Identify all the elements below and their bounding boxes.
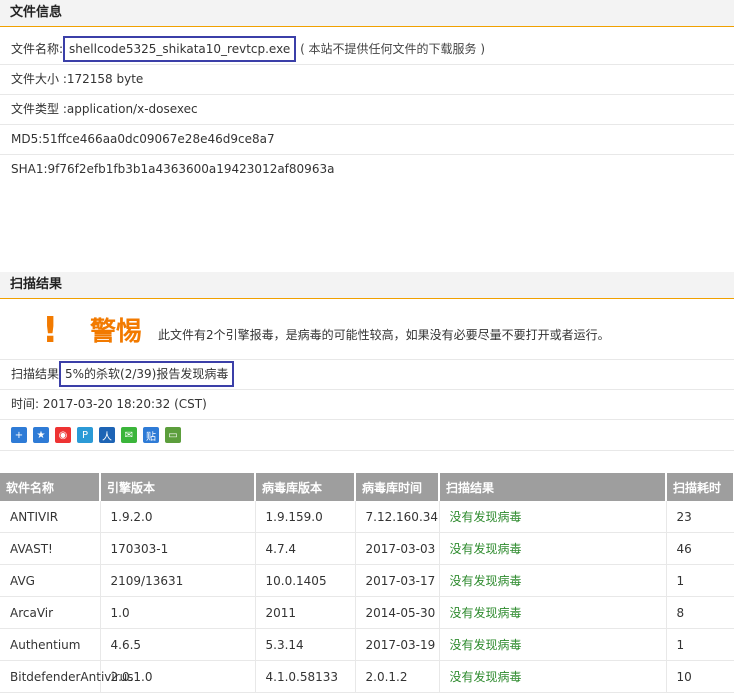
scan-time: 时间: 2017-03-20 18:20:32 (CST) — [11, 397, 207, 411]
table-row: AVG 2109/13631 10.0.1405 2017-03-17 没有发现病毒 1 — [0, 564, 734, 597]
table-row: AVAST! 170303-1 4.7.4 2017-03-03 没有发现病毒 46 — [0, 532, 734, 565]
table-cell: 2014-05-30 — [355, 596, 440, 629]
table-cell: 2017-03-03 — [355, 532, 440, 565]
scan-time-row: 时间: 2017-03-20 18:20:32 (CST) — [0, 390, 734, 420]
file-size-value: 172158 byte — [66, 72, 144, 86]
warning-message: 此文件有2个引擎报毒，是病毒的可能性较高，如果没有必要尽量不要打开或者运行。 — [158, 328, 610, 342]
md5-value: MD5:51ffce466aa0dc09067e28e46d9ce8a7 — [11, 132, 275, 146]
column-header: 病毒库版本 — [255, 473, 356, 501]
table-cell: 没有发现病毒 — [439, 596, 667, 629]
share-tieba-icon[interactable]: 贴 — [143, 427, 159, 443]
table-cell: 10 — [666, 660, 734, 693]
scan-result-row: 扫描结果 5%的杀软(2/39)报告发现病毒 — [0, 360, 734, 390]
file-size-row: 文件大小 :172158 byte — [0, 65, 734, 95]
table-cell: 1.9.2.0 — [100, 501, 256, 533]
table-row: BitdefenderAntivirus 2.0.1.0 4.1.0.58133 2.… — [0, 660, 734, 693]
table-cell: AVG — [0, 564, 101, 597]
table-cell: 1 — [666, 628, 734, 661]
table-cell: AVAST! — [0, 532, 101, 565]
table-cell: 2017-03-17 — [355, 564, 440, 597]
table-row: ANTIVIR 1.9.2.0 1.9.159.0 7.12.160.34 没有发现病毒… — [0, 501, 734, 533]
file-name-row: 文件名称: shellcode5325_shikata10_revtcp.exe … — [0, 35, 734, 65]
share-p-icon[interactable]: P — [77, 427, 93, 443]
file-info-header: 文件信息 — [0, 0, 734, 27]
warning-banner: ! 警惕 此文件有2个引擎报毒，是病毒的可能性较高，如果没有必要尽量不要打开或者… — [0, 299, 734, 360]
share-bar: + ★ ◉ P 人 ✉ 贴 ▭ — [0, 420, 734, 451]
file-type-label: 文件类型 : — [11, 102, 67, 116]
file-name-value[interactable]: shellcode5325_shikata10_revtcp.exe — [63, 36, 297, 62]
table-cell: 10.0.1405 — [255, 564, 356, 597]
file-type-value: application/x-dosexec — [66, 102, 198, 116]
table-cell: 2011 — [255, 596, 356, 629]
table-cell: ArcaVir — [0, 596, 101, 629]
share-star-icon[interactable]: ★ — [33, 427, 49, 443]
table-cell: 46 — [666, 532, 734, 565]
column-header: 病毒库时间 — [355, 473, 440, 501]
table-cell: 4.7.4 — [255, 532, 356, 565]
warning-icon: ! — [42, 310, 59, 351]
table-cell: 7.12.160.34 — [355, 501, 440, 533]
column-header: 扫描结果 — [439, 473, 667, 501]
file-type-row: 文件类型 :application/x-dosexec — [0, 95, 734, 125]
table-cell: 2109/13631 — [100, 564, 256, 597]
column-header: 扫描耗时 — [666, 473, 734, 501]
table-cell: 23 — [666, 501, 734, 533]
table-cell: BitdefenderAntivirus — [0, 660, 134, 693]
file-size-label: 文件大小 : — [11, 72, 67, 86]
table-cell: 2.0.1.0 — [100, 660, 256, 693]
table-cell: 没有发现病毒 — [439, 564, 667, 597]
table-cell: 1.0 — [100, 596, 256, 629]
table-cell: 8 — [666, 596, 734, 629]
table-cell: Authentium — [0, 628, 101, 661]
table-cell: 1 — [666, 564, 734, 597]
sha1-row: SHA1:9f76f2efb1fb3b1a4363600a19423012af8… — [0, 155, 734, 184]
share-weibo-icon[interactable]: ◉ — [55, 427, 71, 443]
warning-title: 警惕 — [90, 317, 143, 347]
column-header: 引擎版本 — [100, 473, 256, 501]
table-cell: 2.0.1.2 — [355, 660, 440, 693]
share-wechat-icon[interactable]: ✉ — [121, 427, 137, 443]
table-cell: 没有发现病毒 — [439, 501, 667, 533]
share-renren-icon[interactable]: 人 — [99, 427, 115, 443]
file-name-note: ( 本站不提供任何文件的下载服务 ) — [300, 42, 486, 56]
table-cell: 2017-03-19 — [355, 628, 440, 661]
table-cell: 1.9.159.0 — [255, 501, 356, 533]
engine-table: 软件名称 引擎版本 病毒库版本 病毒库时间 扫描结果 扫描耗时 ANTIVIR 1.9.2.… — [0, 473, 734, 693]
table-cell: 没有发现病毒 — [439, 532, 667, 565]
table-cell: 没有发现病毒 — [439, 660, 667, 693]
table-cell: ANTIVIR — [0, 501, 101, 533]
table-cell: 170303-1 — [100, 532, 256, 565]
table-row: Authentium 4.6.5 5.3.14 2017-03-19 没有发现病毒 1 — [0, 628, 734, 661]
table-cell: 没有发现病毒 — [439, 628, 667, 661]
scan-result-value: 5%的杀软(2/39)报告发现病毒 — [59, 361, 235, 387]
column-header: 软件名称 — [0, 473, 101, 501]
table-cell: 4.6.5 — [100, 628, 256, 661]
table-row: ArcaVir 1.0 2011 2014-05-30 没有发现病毒 8 — [0, 596, 734, 629]
table-cell: 5.3.14 — [255, 628, 356, 661]
file-name-label: 文件名称: — [11, 42, 64, 56]
table-header-row: 软件名称 引擎版本 病毒库版本 病毒库时间 扫描结果 扫描耗时 — [0, 473, 734, 501]
scan-result-header: 扫描结果 — [0, 272, 734, 299]
share-plus-icon[interactable]: + — [11, 427, 27, 443]
sha1-value: SHA1:9f76f2efb1fb3b1a4363600a19423012af8… — [11, 162, 335, 176]
scan-result-label: 扫描结果 — [11, 367, 60, 381]
md5-row: MD5:51ffce466aa0dc09067e28e46d9ce8a7 — [0, 125, 734, 155]
table-cell: 4.1.0.58133 — [255, 660, 356, 693]
share-mail-icon[interactable]: ▭ — [165, 427, 181, 443]
